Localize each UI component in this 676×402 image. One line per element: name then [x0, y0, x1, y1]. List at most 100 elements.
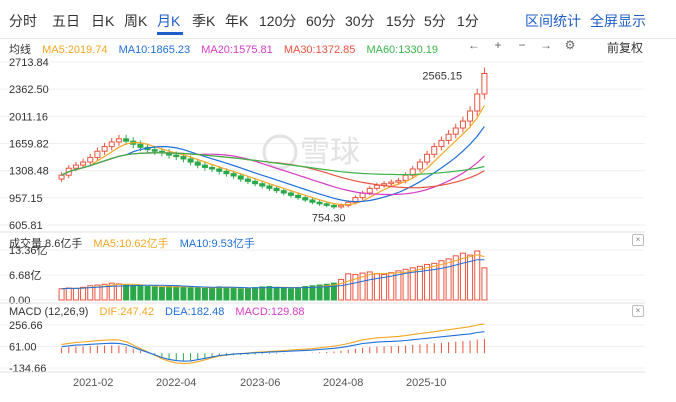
candle-body	[173, 154, 180, 158]
dea-legend: DEA:182.48	[165, 306, 225, 318]
candle-body	[452, 127, 459, 135]
volume-bar	[80, 286, 87, 301]
volume-bar	[273, 286, 280, 301]
volume-bar	[459, 252, 466, 301]
macd-tick-label: 61.00	[9, 342, 37, 354]
volume-bar	[452, 255, 459, 301]
volume-bar	[187, 287, 194, 301]
candle-body	[108, 141, 115, 148]
candle-body	[94, 150, 101, 158]
volume-bar	[280, 287, 287, 301]
macd-value-legend: MACD:129.88	[235, 306, 305, 318]
macd-tick-label: 256.66	[9, 320, 43, 332]
x-tick-label: 2022-04	[156, 377, 196, 389]
volume-bar	[302, 286, 309, 301]
volume-bar	[366, 271, 373, 301]
candle-body	[445, 133, 452, 141]
candle-body	[72, 164, 79, 169]
candle-body	[481, 73, 488, 95]
volume-bar	[266, 286, 273, 301]
candle-body	[58, 174, 65, 180]
x-tick-label: 2023-06	[240, 377, 280, 389]
volume-bar	[209, 287, 216, 301]
candle-body	[402, 174, 409, 182]
volume-bar	[438, 260, 445, 301]
volume-bar	[445, 258, 452, 301]
volume-bar	[144, 286, 151, 301]
candle-body	[424, 153, 431, 163]
volume-bar	[259, 286, 266, 301]
candle-body	[244, 178, 251, 182]
candle-body	[273, 187, 280, 192]
volume-bar	[180, 286, 187, 301]
high-annotation: 2565.15	[422, 71, 462, 83]
x-tick-label: 2025-10	[406, 377, 446, 389]
volume-bar	[194, 287, 201, 301]
x-tick-label: 2024-08	[323, 377, 363, 389]
volume-bar	[216, 286, 223, 301]
candle-body	[309, 199, 316, 203]
volume-bar	[295, 287, 302, 301]
vol-ma5-legend: MA5:10.62亿手	[93, 238, 169, 250]
candle-body	[101, 146, 108, 152]
volume-legend: 成交量 8.6亿手 MA5:10.62亿手 MA10:9.53亿手	[9, 235, 263, 251]
volume-bar	[158, 286, 165, 301]
candle-body	[87, 156, 94, 163]
volume-bar	[58, 288, 65, 301]
price-tick-label: 2011.16	[9, 111, 48, 123]
candle-body	[201, 164, 208, 168]
price-tick-label: 2362.50	[9, 84, 49, 96]
candle-body	[80, 161, 87, 166]
candle-body	[259, 183, 266, 187]
macd-legend-title: MACD (12,26,9)	[9, 306, 89, 318]
vol-ma10-legend: MA10:9.53亿手	[179, 238, 255, 250]
candle-body	[373, 184, 380, 189]
candle-body	[474, 93, 481, 112]
candle-body	[209, 166, 216, 170]
candle-body	[287, 192, 294, 196]
candle-body	[137, 143, 144, 148]
candle-body	[223, 170, 230, 175]
price-tick-label: 1308.48	[9, 166, 49, 178]
volume-tick-label: 6.68亿	[9, 269, 41, 282]
dif-legend: DIF:247.42	[99, 306, 154, 318]
candle-body	[266, 185, 273, 189]
candle-body	[388, 181, 395, 185]
candle-body	[280, 190, 287, 194]
price-tick-label: 605.81	[9, 220, 43, 232]
candle-body	[416, 161, 423, 170]
candle-body	[459, 120, 466, 129]
candle-body	[431, 146, 438, 155]
volume-bar	[72, 287, 79, 301]
volume-bar	[252, 287, 259, 301]
candle-body	[180, 156, 187, 160]
volume-bar	[201, 287, 208, 301]
close-volume-icon[interactable]: ×	[632, 234, 644, 246]
candle-body	[216, 168, 223, 172]
candle-body	[316, 201, 323, 205]
volume-bar	[345, 273, 352, 301]
price-tick-label: 2713.84	[9, 57, 49, 69]
candle-body	[187, 158, 194, 163]
candle-body	[323, 203, 330, 206]
close-macd-icon[interactable]: ×	[632, 305, 644, 317]
macd-legend: MACD (12,26,9) DIF:247.42 DEA:182.48 MAC…	[9, 306, 313, 318]
candle-body	[295, 194, 302, 199]
candle-body	[438, 139, 445, 148]
volume-bar	[223, 286, 230, 301]
candle-body	[123, 138, 130, 142]
price-tick-label: 1659.82	[9, 139, 49, 151]
kline-chart[interactable]: 2713.84 2362.50 2011.16 1659.82 1308.48 957.1…	[0, 0, 676, 402]
candle-body	[194, 161, 201, 166]
dif-line	[61, 323, 485, 365]
candle-body	[338, 204, 345, 208]
macd-tick-label: -134.66	[9, 363, 46, 375]
volume-bar	[151, 286, 158, 301]
volume-bar	[381, 274, 388, 301]
candle-body	[467, 110, 474, 122]
candle-body	[302, 197, 309, 201]
candle-body	[151, 149, 158, 152]
volume-bar	[166, 286, 173, 301]
low-annotation: 754.30	[312, 213, 346, 225]
watermark-text: 雪球	[300, 135, 360, 170]
